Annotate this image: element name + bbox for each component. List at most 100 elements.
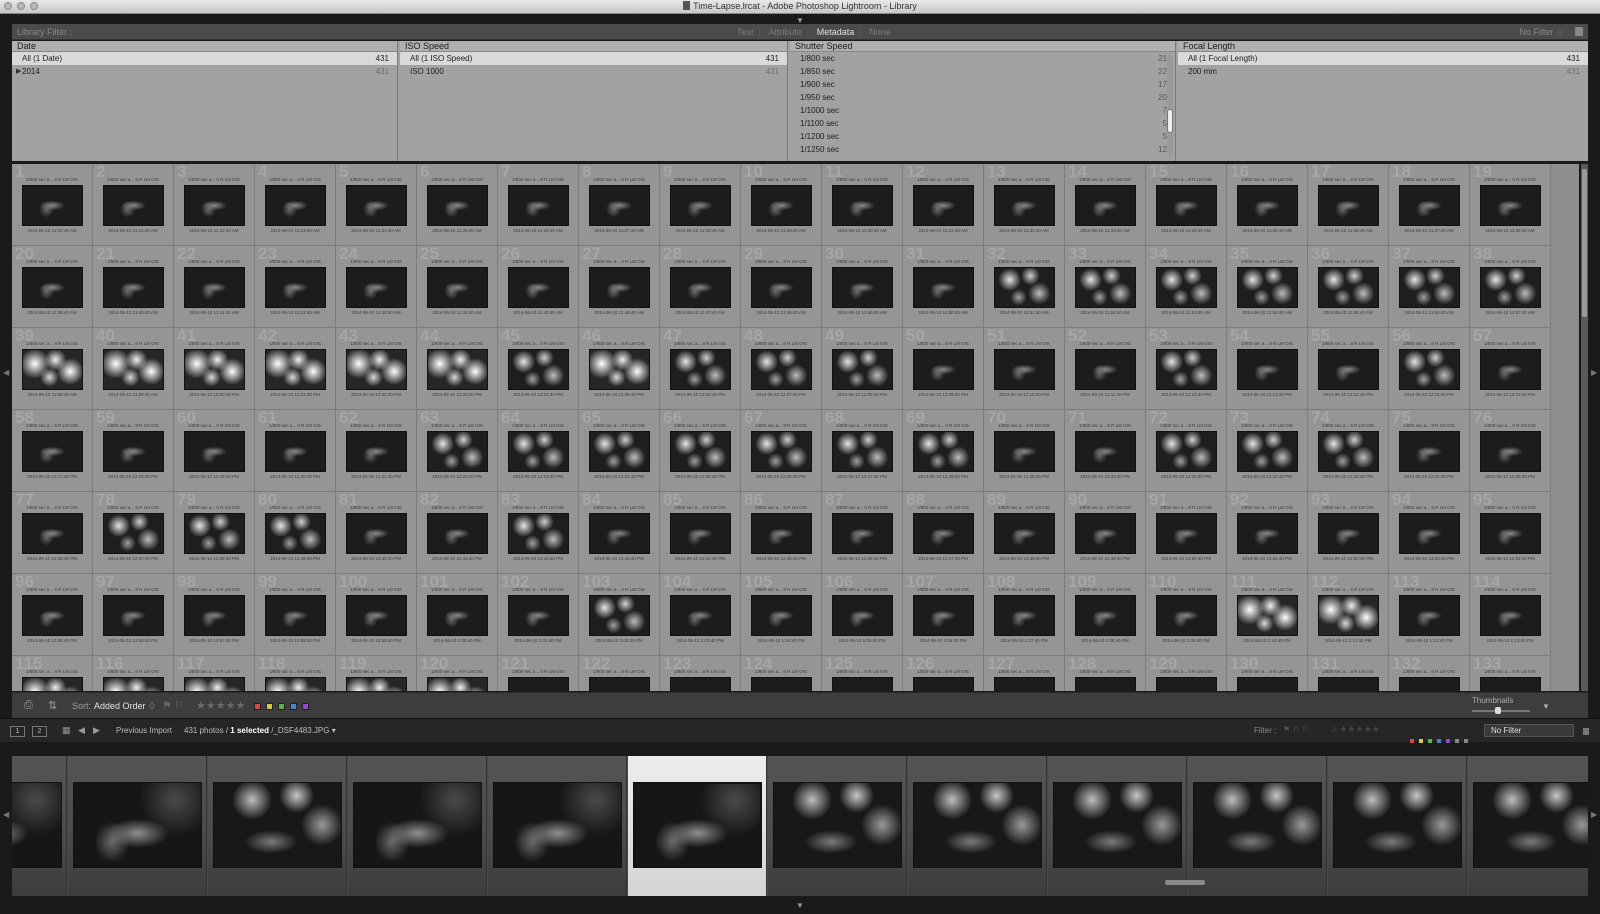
bottom-panel-collapse-arrow-icon[interactable]: ▼ [796, 901, 804, 910]
grid-cell[interactable]: 113 1/800 sec a... 8 R LM OIS 2014-06-10 1… [1389, 572, 1470, 656]
photo-thumbnail[interactable] [184, 677, 245, 691]
photo-thumbnail[interactable] [103, 431, 164, 472]
photo-thumbnail[interactable] [1237, 513, 1298, 554]
filmstrip-frame[interactable] [628, 756, 767, 896]
photo-thumbnail[interactable] [994, 185, 1055, 226]
photo-thumbnail[interactable] [832, 267, 893, 308]
photo-thumbnail[interactable] [1480, 677, 1541, 691]
photo-thumbnail[interactable] [1075, 349, 1136, 390]
photo-thumbnail[interactable] [346, 513, 407, 554]
grid-cell[interactable]: 133 1/800 sec a... 8 R LM OIS [1470, 654, 1551, 691]
photo-thumbnail[interactable] [1237, 595, 1298, 636]
grid-cell[interactable]: 79 1/800 sec a... 8 R LM OIS 2014-06-10 12… [174, 490, 255, 574]
toolbar-menu-icon[interactable]: ▼ [1542, 702, 1550, 711]
flag-filter-icons[interactable]: ⚑ ⚐ ⚐ [1283, 725, 1309, 734]
photo-thumbnail[interactable] [427, 431, 488, 472]
iso-column-header[interactable]: ISO Speed [400, 41, 787, 52]
grid-cell[interactable]: 27 1/800 sec a... 8 R LM OIS 2014-06-10 11… [579, 244, 660, 328]
secondary-screen-button[interactable]: 2 [32, 726, 47, 737]
photo-thumbnail[interactable] [1237, 431, 1298, 472]
photo-thumbnail[interactable] [1156, 267, 1217, 308]
photo-thumbnail[interactable] [1399, 267, 1460, 308]
shutter-row[interactable]: 1/1250 sec 12 [790, 143, 1175, 156]
grid-cell[interactable]: 127 1/800 sec a... 8 R LM OIS [984, 654, 1065, 691]
photo-thumbnail[interactable] [22, 595, 83, 636]
filmstrip-frame[interactable] [1188, 756, 1327, 896]
filmstrip-frame[interactable] [908, 756, 1047, 896]
scrollbar-thumb[interactable] [1167, 109, 1173, 133]
photo-thumbnail[interactable] [1318, 431, 1379, 472]
grid-cell[interactable]: 46 1/800 sec a... 8 R LM OIS 2014-06-10 12… [579, 326, 660, 410]
photo-thumbnail[interactable] [751, 431, 812, 472]
photo-thumbnail[interactable] [1156, 349, 1217, 390]
source-breadcrumb[interactable]: Previous Import [116, 726, 172, 735]
grid-cell[interactable]: 72 1/800 sec a... 8 R LM OIS 2014-06-10 12… [1146, 408, 1227, 492]
photo-thumbnail[interactable] [1480, 431, 1541, 472]
grid-cell[interactable]: 57 1/800 sec a... 8 R LM OIS 2014-06-10 12… [1470, 326, 1551, 410]
photo-thumbnail[interactable] [22, 185, 83, 226]
photo-thumbnail[interactable] [346, 595, 407, 636]
rating-stars[interactable]: ★★★★★ [196, 699, 245, 712]
photo-thumbnail[interactable] [1237, 267, 1298, 308]
grid-cell[interactable]: 8 1/800 sec a... 8 R LM OIS 2014-06-10 11:… [579, 164, 660, 246]
photo-thumbnail[interactable] [670, 677, 731, 691]
grid-cell[interactable]: 76 1/800 sec a... 8 R LM OIS 2014-06-10 12… [1470, 408, 1551, 492]
grid-cell[interactable]: 29 1/800 sec a... 8 R LM OIS 2014-06-10 11… [741, 244, 822, 328]
photo-count[interactable]: 431 photos / 1 selected /_DSF4483.JPG ▾ [184, 726, 336, 735]
grid-cell[interactable]: 119 1/800 sec a... 8 R LM OIS [336, 654, 417, 691]
filmstrip-left-arrow-icon[interactable]: ◀ [3, 810, 9, 819]
grid-cell[interactable]: 9 1/800 sec a... 8 R LM OIS 2014-06-10 11:… [660, 164, 741, 246]
filmstrip-frame[interactable] [1328, 756, 1467, 896]
photo-thumbnail[interactable] [1237, 185, 1298, 226]
grid-cell[interactable]: 25 1/800 sec a... 8 R LM OIS 2014-06-10 11… [417, 244, 498, 328]
sort-direction-icon[interactable]: ⇅ [48, 699, 57, 712]
grid-cell[interactable]: 59 1/800 sec a... 8 R LM OIS 2014-06-10 12… [93, 408, 174, 492]
grid-cell[interactable]: 65 1/800 sec a... 8 R LM OIS 2014-06-10 12… [579, 408, 660, 492]
shutter-row[interactable]: 1/850 sec 22 [790, 65, 1175, 78]
grid-cell[interactable]: 31 1/800 sec a... 8 R LM OIS 2014-06-10 11… [903, 244, 984, 328]
grid-cell[interactable]: 123 1/800 sec a... 8 R LM OIS [660, 654, 741, 691]
grid-cell[interactable]: 32 1/800 sec a... 8 R LM OIS 2014-06-10 11… [984, 244, 1065, 328]
grid-cell[interactable]: 4 1/800 sec a... 8 R LM OIS 2014-06-10 11:… [255, 164, 336, 246]
photo-thumbnail[interactable] [1156, 185, 1217, 226]
grid-cell[interactable]: 78 1/800 sec a... 8 R LM OIS 2014-06-10 12… [93, 490, 174, 574]
filmstrip-thumbnail[interactable] [213, 782, 342, 868]
grid-cell[interactable]: 64 1/800 sec a... 8 R LM OIS 2014-06-10 12… [498, 408, 579, 492]
photo-thumbnail[interactable] [1237, 349, 1298, 390]
grid-cell[interactable]: 118 1/800 sec a... 8 R LM OIS [255, 654, 336, 691]
photo-thumbnail[interactable] [994, 595, 1055, 636]
photo-thumbnail[interactable] [751, 513, 812, 554]
grid-cell[interactable]: 51 1/800 sec a... 8 R LM OIS 2014-06-10 12… [984, 326, 1065, 410]
filmstrip-thumbnail[interactable] [1053, 782, 1182, 868]
grid-cell[interactable]: 2 1/800 sec a... 8 R LM OIS 2014-06-10 11:… [93, 164, 174, 246]
photo-thumbnail[interactable] [265, 267, 326, 308]
shutter-row[interactable]: 1/950 sec 20 [790, 91, 1175, 104]
photo-thumbnail[interactable] [508, 349, 569, 390]
grid-cell[interactable]: 112 1/800 sec a... 8 R LM OIS 2014-06-10 1… [1308, 572, 1389, 656]
grid-cell[interactable]: 75 1/800 sec a... 8 R LM OIS 2014-06-10 12… [1389, 408, 1470, 492]
focal-row-200mm[interactable]: 200 mm 431 [1178, 65, 1588, 78]
grid-cell[interactable]: 87 1/800 sec a... 8 R LM OIS 2014-06-10 12… [822, 490, 903, 574]
grid-cell[interactable]: 85 1/800 sec a... 8 R LM OIS 2014-06-10 12… [660, 490, 741, 574]
grid-view-icon[interactable]: ▦ [62, 725, 71, 736]
photo-thumbnail[interactable] [1075, 513, 1136, 554]
photo-thumbnail[interactable] [1318, 349, 1379, 390]
color-label-swatch[interactable] [290, 703, 297, 710]
photo-thumbnail[interactable] [1075, 431, 1136, 472]
photo-thumbnail[interactable] [1480, 267, 1541, 308]
photo-thumbnail[interactable] [1156, 431, 1217, 472]
grid-cell[interactable]: 35 1/800 sec a... 8 R LM OIS 2014-06-10 11… [1227, 244, 1308, 328]
photo-thumbnail[interactable] [184, 431, 245, 472]
grid-cell[interactable]: 38 1/800 sec a... 8 R LM OIS 2014-06-10 11… [1470, 244, 1551, 328]
photo-thumbnail[interactable] [1480, 349, 1541, 390]
filmstrip-thumbnail[interactable] [493, 782, 622, 868]
photo-thumbnail[interactable] [427, 267, 488, 308]
photo-thumbnail[interactable] [346, 431, 407, 472]
grid-cell[interactable]: 98 1/800 sec a... 8 R LM OIS 2014-06-10 12… [174, 572, 255, 656]
photo-thumbnail[interactable] [832, 349, 893, 390]
grid-cell[interactable]: 50 1/800 sec a... 8 R LM OIS 2014-06-10 12… [903, 326, 984, 410]
grid-cell[interactable]: 86 1/800 sec a... 8 R LM OIS 2014-06-10 12… [741, 490, 822, 574]
grid-cell[interactable]: 34 1/800 sec a... 8 R LM OIS 2014-06-10 11… [1146, 244, 1227, 328]
grid-cell[interactable]: 105 1/800 sec a... 8 R LM OIS 2014-06-10 1… [741, 572, 822, 656]
grid-cell[interactable]: 33 1/800 sec a... 8 R LM OIS 2014-06-10 11… [1065, 244, 1146, 328]
